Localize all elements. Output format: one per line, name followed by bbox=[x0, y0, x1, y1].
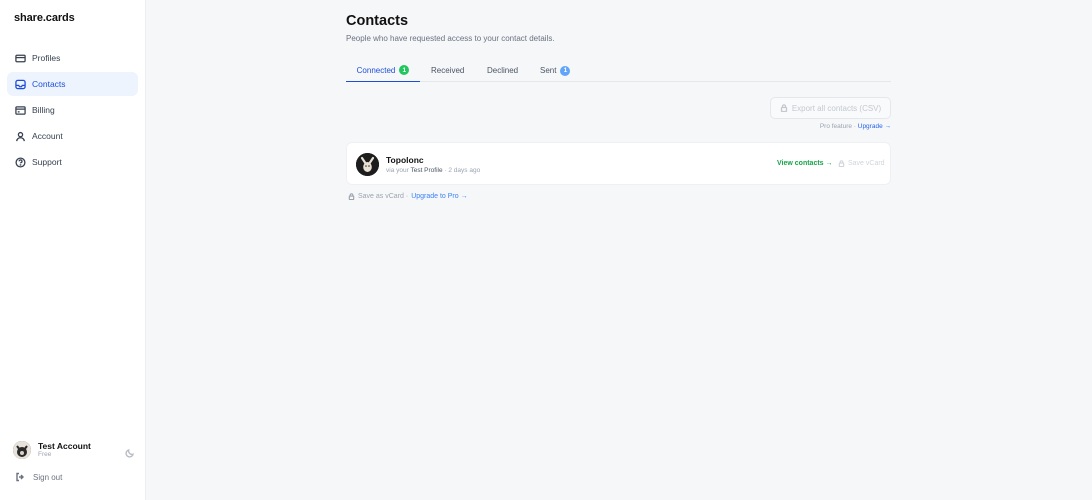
sidebar-item-profiles[interactable]: Profiles bbox=[7, 46, 138, 70]
sign-out-icon bbox=[16, 472, 24, 482]
timestamp: · 2 days ago bbox=[442, 167, 481, 174]
contact-card: Topolonc via your Test Profile · 2 days … bbox=[346, 142, 891, 185]
profile-name: Test Profile bbox=[410, 167, 443, 174]
sidebar-item-label: Profiles bbox=[32, 53, 61, 63]
via-text: via your bbox=[386, 167, 411, 174]
sidebar-item-label: Support bbox=[32, 157, 62, 167]
credit-card-icon bbox=[14, 104, 26, 116]
vcard-footnote: Save as vCard · Upgrade to Pro → bbox=[348, 193, 468, 200]
user-name: Test Account bbox=[38, 440, 91, 451]
tab-connected[interactable]: Connected 1 bbox=[346, 59, 420, 82]
lock-icon bbox=[780, 104, 787, 112]
sidebar-item-label: Contacts bbox=[32, 79, 66, 89]
contact-name: Topolonc bbox=[386, 155, 424, 165]
sign-out-label: Sign out bbox=[33, 472, 63, 482]
sidebar-item-account[interactable]: Account bbox=[7, 124, 138, 148]
user-plan: Free bbox=[38, 451, 52, 458]
tab-sent[interactable]: Sent 1 bbox=[540, 59, 571, 82]
avatar bbox=[356, 153, 379, 176]
app-logo[interactable]: share.cards bbox=[14, 12, 75, 24]
footnote-text: Save as vCard · bbox=[358, 193, 409, 200]
save-vcard-label: Save vCard bbox=[848, 160, 885, 167]
tab-bar: Connected 1 Received Declined Sent 1 bbox=[346, 59, 891, 82]
count-badge: 1 bbox=[560, 65, 571, 76]
moon-icon[interactable] bbox=[125, 445, 135, 458]
sidebar-item-contacts[interactable]: Contacts bbox=[7, 72, 138, 96]
tab-label: Connected bbox=[356, 65, 396, 75]
count-badge: 1 bbox=[399, 65, 410, 75]
help-circle-icon bbox=[14, 156, 26, 168]
pro-note-text: Pro feature · bbox=[819, 123, 858, 130]
page-subtitle: People who have requested access to your… bbox=[346, 34, 555, 43]
sidebar: share.cards Profiles Contacts Billing Ac… bbox=[0, 0, 146, 500]
avatar bbox=[13, 441, 31, 459]
sidebar-nav: Profiles Contacts Billing Account Suppor… bbox=[7, 46, 138, 176]
tab-received[interactable]: Received bbox=[431, 59, 464, 82]
sidebar-item-support[interactable]: Support bbox=[7, 150, 138, 174]
save-vcard-button[interactable]: Save vCard bbox=[838, 160, 885, 167]
export-label: Export all contacts (CSV) bbox=[791, 103, 882, 113]
tab-declined[interactable]: Declined bbox=[487, 59, 518, 82]
upgrade-link[interactable]: Upgrade → bbox=[858, 123, 891, 130]
user-menu[interactable]: Test Account Free bbox=[13, 437, 135, 463]
lock-icon bbox=[838, 160, 845, 167]
page-title: Contacts bbox=[346, 13, 409, 29]
tab-label: Sent bbox=[540, 66, 557, 75]
upgrade-to-pro-link[interactable]: Upgrade to Pro → bbox=[411, 193, 467, 200]
contact-meta: via your Test Profile · 2 days ago bbox=[386, 167, 480, 174]
sidebar-item-billing[interactable]: Billing bbox=[7, 98, 138, 122]
user-icon bbox=[14, 130, 26, 142]
tab-label: Received bbox=[431, 66, 465, 75]
inbox-icon bbox=[14, 78, 26, 90]
export-csv-button[interactable]: Export all contacts (CSV) bbox=[770, 97, 891, 119]
view-contacts-link[interactable]: View contacts → bbox=[777, 160, 833, 167]
pro-feature-note: Pro feature · Upgrade → bbox=[820, 123, 891, 130]
sidebar-item-label: Account bbox=[32, 131, 63, 141]
sign-out-button[interactable]: Sign out bbox=[15, 472, 62, 482]
user-info: Test Account Free bbox=[38, 440, 125, 459]
tab-label: Declined bbox=[487, 66, 519, 75]
sidebar-item-label: Billing bbox=[32, 105, 55, 115]
lock-icon bbox=[348, 193, 355, 200]
card-icon bbox=[14, 52, 26, 64]
